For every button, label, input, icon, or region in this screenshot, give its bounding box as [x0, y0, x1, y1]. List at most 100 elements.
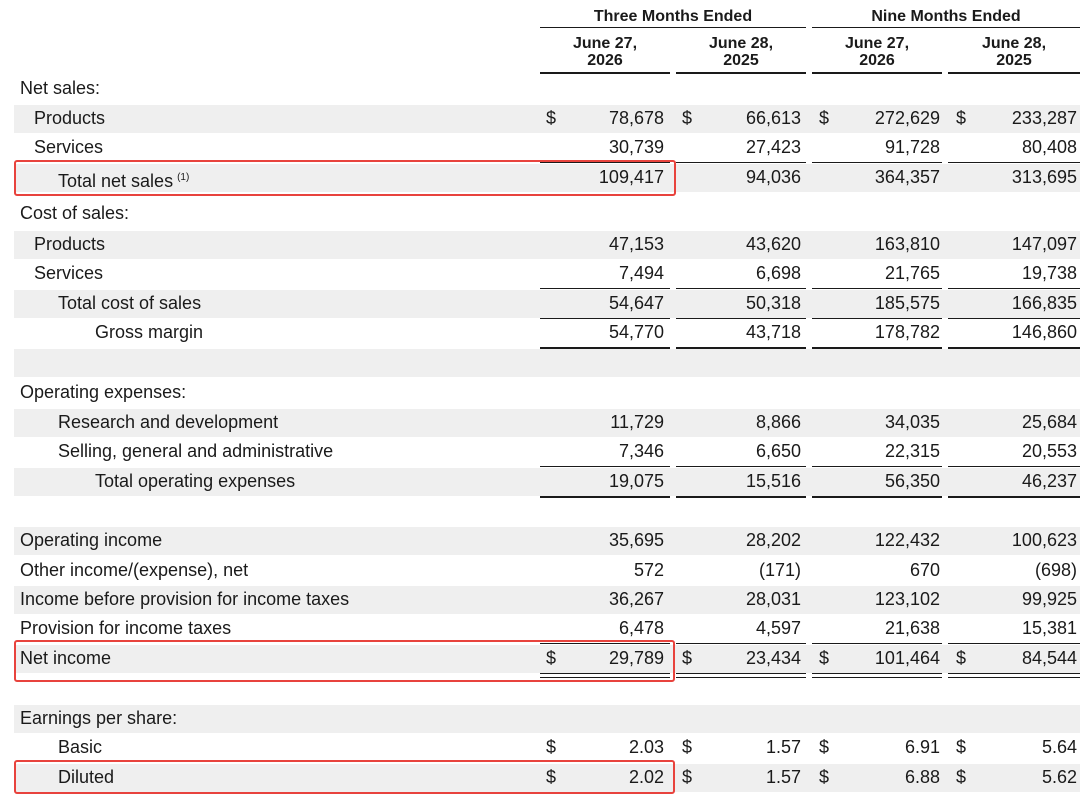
row-label-text: Operating expenses:	[20, 382, 187, 402]
total-rule	[540, 318, 670, 319]
table-row: Net sales:	[0, 74, 1080, 103]
cell-value: 84,544	[1021, 648, 1077, 668]
total-rule	[676, 643, 806, 644]
total-rule	[676, 288, 806, 289]
row-label: Provision for income taxes	[20, 614, 231, 643]
cell-value: 66,613	[745, 108, 801, 128]
cell-value: 100,623	[1011, 530, 1077, 550]
currency-symbol: $	[546, 108, 557, 128]
row-label: Total cost of sales	[58, 289, 201, 318]
currency-symbol: $	[546, 737, 557, 757]
currency-symbol: $	[682, 648, 693, 668]
row-label: Total operating expenses	[95, 467, 295, 496]
cell-value: 2.03	[628, 737, 664, 757]
cell-value: 30,739	[608, 137, 664, 157]
column-header-2-line2: 2025	[723, 52, 759, 69]
table-row: Total cost of sales 54,647 50,318 185,575 16…	[0, 289, 1080, 318]
cell-value: 15,381	[1021, 618, 1077, 638]
cell-value: 35,695	[608, 530, 664, 550]
row-label-text: Products	[34, 108, 106, 128]
table-row: Cost of sales:	[0, 199, 1080, 228]
cell-value: 101,464	[874, 648, 940, 668]
cell-value: 4,597	[755, 618, 801, 638]
cell-value: 11,729	[610, 412, 664, 432]
table-row	[0, 497, 1080, 526]
total-rule	[812, 677, 942, 678]
row-label: Gross margin	[95, 318, 203, 347]
table-row: Operating income 35,695 28,202 122,432 100,6…	[0, 526, 1080, 555]
table-row: Income before provision for income taxes…	[0, 585, 1080, 614]
row-label: Research and development	[58, 408, 278, 437]
header-rule-three	[540, 27, 806, 28]
row-label-text: Income before provision for income taxes	[20, 589, 350, 609]
cell-value: 5.64	[1041, 737, 1077, 757]
column-header-3-line2: 2026	[859, 52, 895, 69]
table-row: Products 47,153 43,620 163,810 147,097	[0, 230, 1080, 259]
column-header-1-line1: June 27,	[572, 35, 638, 52]
cell-value: 46,237	[1021, 471, 1077, 491]
row-label: Net sales:	[20, 74, 100, 103]
row-label: Products	[34, 230, 105, 259]
table-row: Provision for income taxes 6,478 4,597 21,6…	[0, 614, 1080, 643]
currency-symbol: $	[682, 767, 693, 787]
table-row: Selling, general and administrative 7,346…	[0, 437, 1080, 466]
cell-value: 23,434	[745, 648, 801, 668]
cell-value: 1.57	[765, 767, 801, 787]
cell-value: 122,432	[874, 530, 940, 550]
row-label: Services	[34, 133, 103, 162]
total-rule	[812, 643, 942, 644]
column-header-1-line2: 2026	[587, 52, 623, 69]
row-label: Selling, general and administrative	[58, 437, 333, 466]
cell-value: 6,650	[755, 441, 801, 461]
currency-symbol: $	[819, 108, 830, 128]
cell-value: 572	[633, 560, 664, 580]
row-label: Income before provision for income taxes	[20, 585, 349, 614]
row-label: Operating income	[20, 526, 162, 555]
currency-symbol: $	[956, 108, 967, 128]
row-label-text: Services	[34, 263, 104, 283]
column-header-4: June 28, 2025	[948, 35, 1080, 69]
cell-value: 6.88	[904, 767, 940, 787]
cell-value: 185,575	[874, 293, 940, 313]
currency-symbol: $	[682, 108, 693, 128]
total-rule	[676, 318, 806, 319]
table-row: Products 78,678 $66,613 $272,629 $233,287 $	[0, 104, 1080, 133]
total-rule	[812, 347, 942, 349]
row-label-text: Earnings per share:	[20, 708, 178, 728]
cell-value: 15,516	[745, 471, 801, 491]
cell-value: 7,494	[618, 263, 664, 283]
cell-value: 5.62	[1041, 767, 1077, 787]
highlight-box	[14, 160, 676, 196]
total-rule	[812, 162, 942, 163]
table-row: Total operating expenses 19,075 15,516 56,3…	[0, 467, 1080, 496]
cell-value: 21,638	[884, 618, 940, 638]
cell-value: 6.91	[904, 737, 940, 757]
total-rule	[812, 673, 942, 674]
total-rule	[676, 466, 806, 467]
cell-value: 47,153	[608, 234, 664, 254]
cell-value: 123,102	[874, 589, 940, 609]
total-rule	[948, 466, 1080, 467]
cell-value: 99,925	[1021, 589, 1077, 609]
cell-value: 78,678	[608, 108, 664, 128]
row-label: Other income/(expense), net	[20, 556, 248, 585]
cell-value: 25,684	[1021, 412, 1077, 432]
total-rule	[676, 347, 806, 349]
table-row: Other income/(expense), net 572 (171) 670 (6…	[0, 556, 1080, 585]
table-row: Operating expenses:	[0, 378, 1080, 407]
column-header-3-line1: June 27,	[844, 35, 910, 52]
total-rule	[948, 288, 1080, 289]
cell-value: 94,036	[745, 167, 801, 187]
row-label-text: Research and development	[58, 412, 279, 432]
total-rule	[676, 677, 806, 678]
cell-value: 272,629	[874, 108, 940, 128]
cell-value: 313,695	[1011, 167, 1077, 187]
total-rule	[540, 347, 670, 349]
row-label-text: Provision for income taxes	[20, 618, 232, 638]
currency-symbol: $	[819, 737, 830, 757]
cell-value: 163,810	[874, 234, 940, 254]
cell-value: 20,553	[1021, 441, 1077, 461]
total-rule	[948, 643, 1080, 644]
cell-value: 6,698	[755, 263, 801, 283]
row-label-text: Selling, general and administrative	[58, 441, 334, 461]
